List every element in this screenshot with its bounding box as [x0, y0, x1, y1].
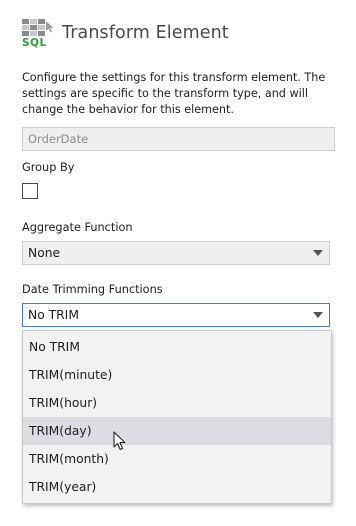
dropdown-option-trim-year[interactable]: TRIM(year): [23, 473, 331, 501]
sql-logo-icon: SQL: [22, 19, 56, 51]
dropdown-option-trim-hour[interactable]: TRIM(hour): [23, 389, 331, 417]
transform-element-panel: SQL Transform Element Configure the sett…: [0, 0, 356, 526]
chevron-down-icon: [313, 250, 323, 256]
mouse-pointer-icon: [113, 431, 126, 451]
page-title: Transform Element: [62, 23, 229, 43]
dropdown-option-trim-month[interactable]: TRIM(month): [23, 445, 331, 473]
aggregate-function-select[interactable]: None: [22, 241, 330, 265]
element-name-field: OrderDate: [22, 127, 335, 151]
group-by-label: Group By: [22, 161, 75, 174]
dropdown-option-no-trim[interactable]: No TRIM: [23, 333, 331, 361]
date-trimming-label: Date Trimming Functions: [22, 283, 163, 296]
aggregate-function-label: Aggregate Function: [22, 221, 133, 234]
description-text: Configure the settings for this transfor…: [22, 71, 326, 116]
date-trimming-value: No TRIM: [28, 308, 79, 322]
chevron-down-icon: [313, 312, 323, 318]
aggregate-function-value: None: [28, 246, 61, 260]
logo-cursor-icon: [46, 21, 54, 33]
group-by-checkbox[interactable]: [22, 183, 38, 199]
date-trimming-dropdown-list: No TRIM TRIM(minute) TRIM(hour) TRIM(day…: [22, 330, 332, 504]
logo-text: SQL: [22, 37, 47, 49]
dropdown-option-trim-minute[interactable]: TRIM(minute): [23, 361, 331, 389]
logo-grid: [22, 19, 46, 37]
panel-header: SQL Transform Element: [22, 19, 229, 51]
date-trimming-select[interactable]: No TRIM: [22, 303, 330, 327]
dropdown-option-trim-day[interactable]: TRIM(day): [23, 417, 331, 445]
